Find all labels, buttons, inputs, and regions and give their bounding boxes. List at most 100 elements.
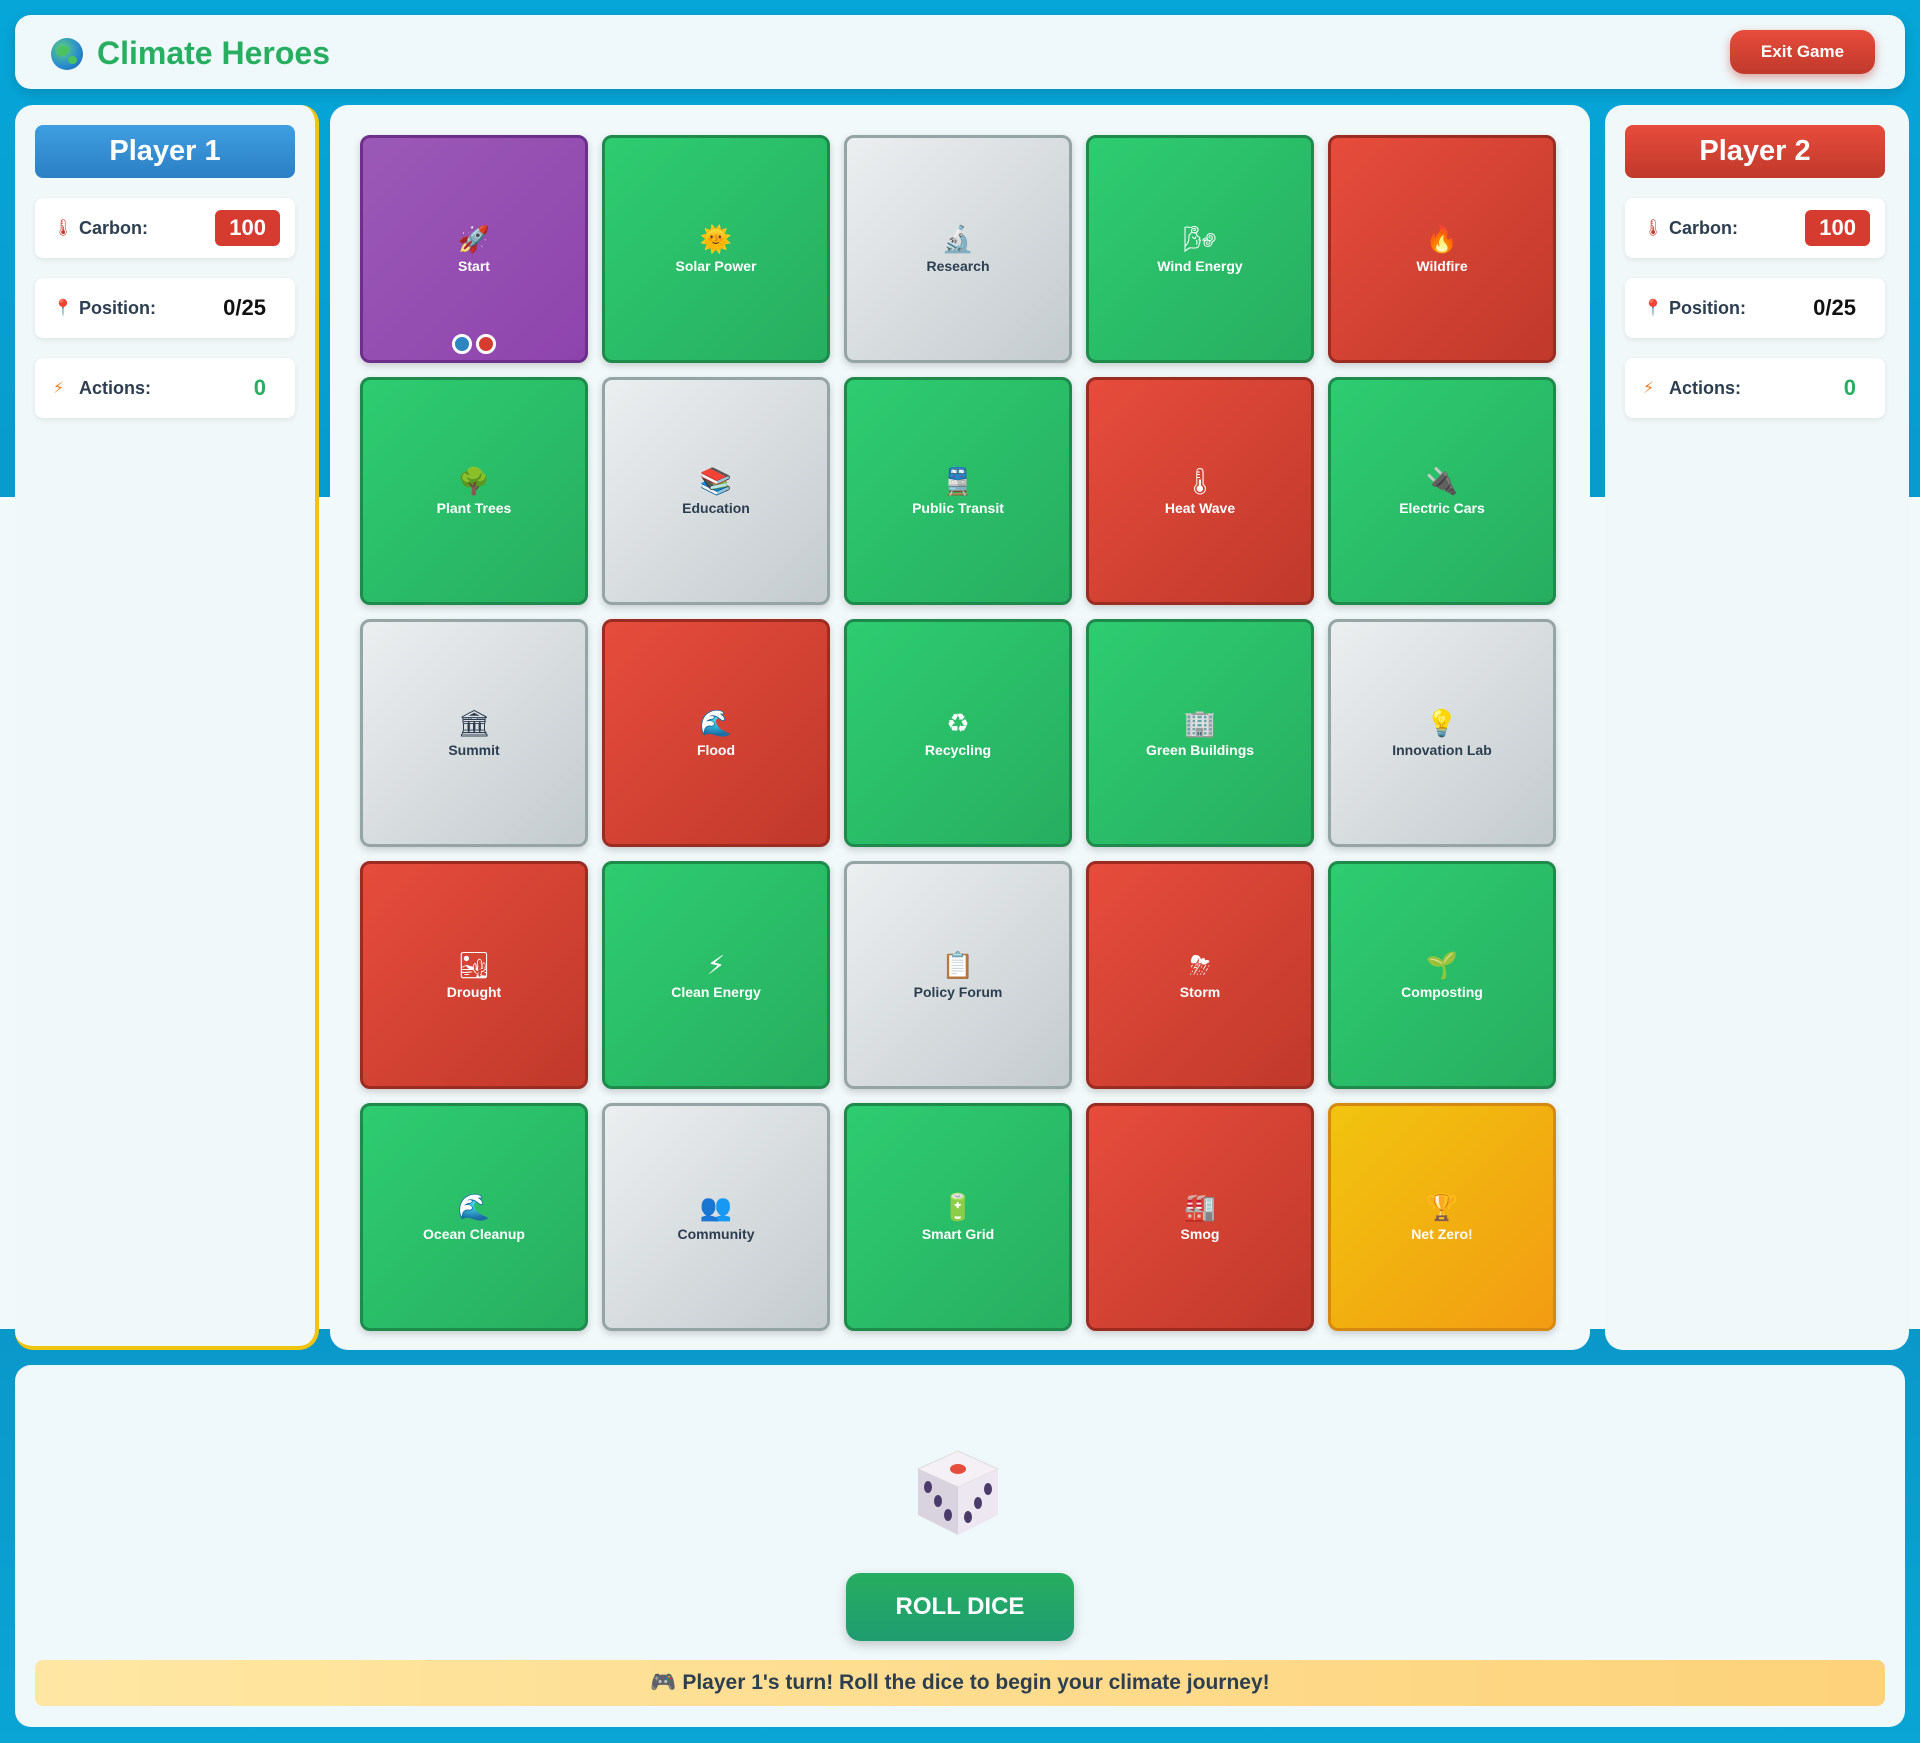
cell-icon: 📋 — [941, 950, 975, 980]
player-2-position-stat: 📍 Position: 0/25 — [1625, 278, 1885, 338]
cell-icon: 🏭 — [1183, 1192, 1217, 1222]
cell-icon: 🌊 — [699, 708, 733, 738]
board-cell[interactable]: 🏆 Net Zero! — [1328, 1103, 1556, 1331]
pin-icon: 📍 — [1643, 300, 1663, 317]
carbon-label: Carbon: — [1669, 217, 1738, 238]
player-tokens — [452, 334, 496, 354]
board-cell[interactable]: 🚀 Start — [360, 135, 588, 363]
cell-icon: 🌱 — [1425, 950, 1459, 980]
cell-icon: 🔌 — [1425, 466, 1459, 496]
board-cell[interactable]: 🏢 Green Buildings — [1086, 619, 1314, 847]
cell-label: Clean Energy — [671, 984, 761, 1000]
board-cell[interactable]: 💡 Innovation Lab — [1328, 619, 1556, 847]
player-2-position-value: 0/25 — [1799, 290, 1870, 326]
cell-label: Heat Wave — [1164, 500, 1236, 516]
player-2-panel: Player 2 🌡 Carbon: 100 📍 Position: 0/25 … — [1605, 105, 1909, 1350]
player-2-carbon-stat: 🌡 Carbon: 100 — [1625, 198, 1885, 258]
game-board-container: 🚀 Start 🌞 Solar Power 🔬 Research 🌬 Wind Energy 🔥… — [330, 105, 1590, 1350]
position-label: Position: — [1669, 297, 1746, 318]
player-1-carbon-value: 100 — [215, 210, 280, 246]
board-cell[interactable]: 🌊 Flood — [602, 619, 830, 847]
cell-label: Ocean Cleanup — [423, 1226, 525, 1242]
player-1-actions-stat: ⚡ Actions: 0 — [35, 358, 295, 418]
cell-icon: 🔋 — [941, 1192, 975, 1222]
cell-label: Drought — [446, 984, 502, 1000]
board-cell[interactable]: ⛈ Storm — [1086, 861, 1314, 1089]
dice-icon[interactable] — [910, 1445, 1006, 1541]
actions-label: Actions: — [1669, 377, 1741, 398]
turn-message: 🎮 Player 1's turn! Roll the dice to begi… — [35, 1660, 1885, 1706]
cell-label: Policy Forum — [913, 984, 1003, 1000]
cell-icon: 🌡 — [1183, 466, 1217, 496]
cell-label: Wildfire — [1416, 258, 1468, 274]
cell-label: Education — [682, 500, 750, 516]
board-cell[interactable]: 🔋 Smart Grid — [844, 1103, 1072, 1331]
cell-icon: 🚀 — [457, 224, 491, 254]
cell-icon: ⚡ — [706, 950, 726, 980]
board-cell[interactable]: 🌱 Composting — [1328, 861, 1556, 1089]
position-label: Position: — [79, 297, 156, 318]
player-1-position-value: 0/25 — [209, 290, 280, 326]
board-cell[interactable]: 🌊 Ocean Cleanup — [360, 1103, 588, 1331]
cell-icon: 🌞 — [699, 224, 733, 254]
cell-icon: 🔬 — [941, 224, 975, 254]
board-cell[interactable]: 🔬 Research — [844, 135, 1072, 363]
cell-icon: 👥 — [699, 1192, 733, 1222]
cell-icon: 🌳 — [457, 466, 491, 496]
cell-label: Wind Energy — [1157, 258, 1243, 274]
cell-label: Summit — [448, 742, 500, 758]
board-cell[interactable]: 📋 Policy Forum — [844, 861, 1072, 1089]
board-cell[interactable]: ⚡ Clean Energy — [602, 861, 830, 1089]
board-cell[interactable]: 🚆 Public Transit — [844, 377, 1072, 605]
player-1-name: Player 1 — [35, 125, 295, 178]
actions-label: Actions: — [79, 377, 151, 398]
cell-icon: ♻ — [946, 708, 970, 738]
board-cell[interactable]: 🏭 Smog — [1086, 1103, 1314, 1331]
cell-icon: 🌊 — [457, 1192, 491, 1222]
thermometer-icon: 🌡 — [1643, 220, 1664, 237]
roll-dice-button[interactable]: ROLL DICE — [846, 1573, 1074, 1641]
cell-label: Innovation Lab — [1392, 742, 1492, 758]
player-2-name: Player 2 — [1625, 125, 1885, 178]
board-cell[interactable]: 🔌 Electric Cars — [1328, 377, 1556, 605]
cell-icon: ⛈ — [1189, 950, 1211, 980]
board-cell[interactable]: 🏛 Summit — [360, 619, 588, 847]
cell-icon: 🚆 — [941, 466, 975, 496]
player-1-actions-value: 0 — [239, 370, 280, 406]
board-cell[interactable]: 🏜 Drought — [360, 861, 588, 1089]
pin-icon: 📍 — [53, 300, 73, 317]
cell-icon: 📚 — [699, 466, 733, 496]
lightning-icon: ⚡ — [53, 380, 65, 397]
cell-icon: 💡 — [1425, 708, 1459, 738]
player-2-actions-value: 0 — [1829, 370, 1870, 406]
board-cell[interactable]: 👥 Community — [602, 1103, 830, 1331]
globe-icon — [51, 37, 83, 70]
cell-icon: 🌬 — [1183, 224, 1217, 254]
player-2-token — [476, 334, 496, 354]
player-2-carbon-value: 100 — [1805, 210, 1870, 246]
cell-label: Solar Power — [675, 258, 757, 274]
cell-label: Net Zero! — [1411, 1226, 1473, 1242]
cell-label: Flood — [696, 742, 736, 758]
board-cell[interactable]: 📚 Education — [602, 377, 830, 605]
cell-label: Plant Trees — [436, 500, 512, 516]
lightning-icon: ⚡ — [1643, 380, 1655, 397]
thermometer-icon: 🌡 — [53, 220, 74, 237]
cell-label: Smog — [1180, 1226, 1220, 1242]
cell-label: Storm — [1179, 984, 1221, 1000]
board-cell[interactable]: 🌬 Wind Energy — [1086, 135, 1314, 363]
board-cell[interactable]: 🌡 Heat Wave — [1086, 377, 1314, 605]
cell-label: Composting — [1401, 984, 1483, 1000]
cell-icon: 🔥 — [1425, 224, 1459, 254]
cell-icon: 🏢 — [1183, 708, 1217, 738]
cell-label: Public Transit — [912, 500, 1004, 516]
board-cell[interactable]: 🌳 Plant Trees — [360, 377, 588, 605]
cell-label: Green Buildings — [1145, 742, 1255, 758]
board-cell[interactable]: 🔥 Wildfire — [1328, 135, 1556, 363]
player-1-panel: Player 1 🌡 Carbon: 100 📍 Position: 0/25 … — [15, 105, 319, 1350]
exit-game-button[interactable]: Exit Game — [1730, 30, 1875, 74]
player-2-actions-stat: ⚡ Actions: 0 — [1625, 358, 1885, 418]
board-cell[interactable]: ♻ Recycling — [844, 619, 1072, 847]
board-cell[interactable]: 🌞 Solar Power — [602, 135, 830, 363]
app-header: Climate Heroes Exit Game — [15, 15, 1905, 89]
